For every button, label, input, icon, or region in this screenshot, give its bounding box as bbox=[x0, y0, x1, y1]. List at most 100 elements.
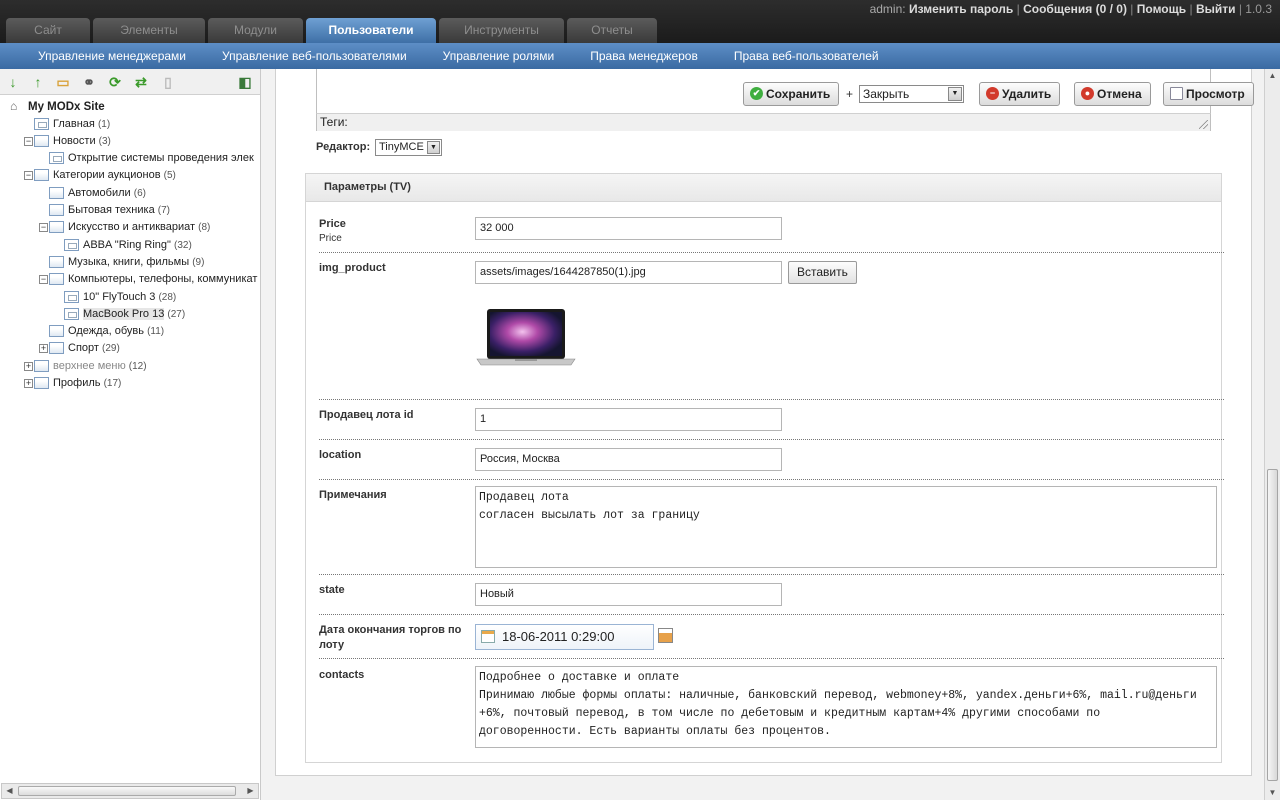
location-input[interactable]: Россия, Москва bbox=[475, 448, 782, 471]
tree-node[interactable]: − Компьютеры, телефоны, коммуникат bbox=[39, 271, 257, 288]
insert-image-button[interactable]: Вставить bbox=[788, 261, 857, 284]
expand-icon[interactable]: + bbox=[24, 361, 33, 371]
collapse-icon[interactable]: − bbox=[39, 222, 48, 232]
seller-id-input[interactable]: 1 bbox=[475, 408, 782, 431]
scroll-thumb[interactable] bbox=[1267, 469, 1278, 781]
logout-link[interactable]: Выйти bbox=[1196, 2, 1236, 16]
price-input[interactable]: 32 000 bbox=[475, 217, 782, 240]
tree-horizontal-scrollbar[interactable]: ◀ ▶ bbox=[1, 783, 259, 799]
folder-icon bbox=[34, 169, 49, 182]
img-product-input[interactable]: assets/images/1644287850(1).jpg bbox=[475, 261, 782, 284]
folder-icon bbox=[49, 187, 64, 200]
tree-node[interactable]: Открытие системы проведения элек bbox=[49, 150, 254, 167]
scroll-down-icon[interactable]: ▼ bbox=[1265, 786, 1280, 800]
cancel-button[interactable]: ● Отмена bbox=[1074, 82, 1151, 106]
scroll-thumb[interactable] bbox=[18, 786, 236, 796]
subnav-web-permissions[interactable]: Права веб-пользователей bbox=[734, 43, 879, 69]
subnav-web-users[interactable]: Управление веб-пользователями bbox=[222, 43, 407, 69]
tree-root[interactable]: ⌂ My MODx Site bbox=[10, 99, 105, 116]
tree-node[interactable]: Главная (1) bbox=[34, 116, 110, 133]
subnav-roles[interactable]: Управление ролями bbox=[443, 43, 555, 69]
img-product-label: img_product bbox=[319, 262, 386, 274]
after-save-select[interactable]: Закрыть ▼ bbox=[859, 85, 964, 103]
tree-node[interactable]: + верхнее меню (12) bbox=[24, 358, 147, 375]
tab-modules[interactable]: Модули bbox=[208, 18, 303, 43]
top-bar: Сайт Элементы Модули Пользователи Инстру… bbox=[0, 0, 1280, 43]
messages-link[interactable]: Сообщения (0 / 0) bbox=[1023, 2, 1127, 16]
check-icon: ✔ bbox=[750, 87, 763, 101]
tree-node[interactable]: Музыка, книги, фильмы (9) bbox=[49, 254, 204, 271]
folder-icon bbox=[49, 325, 64, 338]
subnav-manager-permissions[interactable]: Права менеджеров bbox=[590, 43, 698, 69]
trash-icon[interactable]: ▯ bbox=[159, 73, 177, 91]
tree-node[interactable]: Бытовая техника (7) bbox=[49, 202, 170, 219]
expand-tree-icon[interactable]: ↓ bbox=[4, 73, 22, 91]
location-label: location bbox=[319, 449, 362, 461]
tree-node[interactable]: 10" FlyTouch 3 (28) bbox=[64, 289, 176, 306]
calendar-icon bbox=[481, 630, 495, 643]
state-input[interactable]: Новый bbox=[475, 583, 782, 606]
document-icon bbox=[64, 239, 79, 252]
collapse-tree-icon[interactable]: ↑ bbox=[29, 73, 47, 91]
divider bbox=[319, 614, 1224, 615]
tab-site[interactable]: Сайт bbox=[6, 18, 90, 43]
tab-elements[interactable]: Элементы bbox=[93, 18, 205, 43]
tree-node[interactable]: − Категории аукционов (5) bbox=[24, 167, 176, 184]
tree-node[interactable]: + Спорт (29) bbox=[39, 340, 120, 357]
tree-node[interactable]: − Новости (3) bbox=[24, 133, 111, 150]
divider bbox=[319, 399, 1224, 400]
expand-icon[interactable]: + bbox=[24, 378, 33, 388]
editor-select[interactable]: TinyMCE ▼ bbox=[375, 139, 442, 156]
tree-node[interactable]: Одежда, обувь (11) bbox=[49, 323, 164, 340]
document-panel: Теги: ✔ Сохранить + Закрыть ▼ − Удалить ● О… bbox=[275, 69, 1254, 776]
tab-tools[interactable]: Инструменты bbox=[439, 18, 564, 43]
product-image-laptop bbox=[476, 309, 576, 366]
subnav-managers[interactable]: Управление менеджерами bbox=[38, 43, 186, 69]
state-label: state bbox=[319, 584, 345, 596]
tab-users[interactable]: Пользователи bbox=[306, 18, 436, 43]
delete-button[interactable]: − Удалить bbox=[979, 82, 1061, 106]
cancel-icon: ● bbox=[1081, 87, 1094, 101]
notes-label: Примечания bbox=[319, 489, 387, 501]
folder-icon bbox=[49, 342, 64, 355]
tab-reports[interactable]: Отчеты bbox=[567, 18, 657, 43]
scroll-right-icon[interactable]: ▶ bbox=[243, 784, 258, 798]
notes-textarea[interactable]: Продавец лота согласен высылать лот за г… bbox=[475, 486, 1217, 568]
new-folder-icon[interactable]: ▭ bbox=[54, 73, 72, 91]
collapse-icon[interactable]: − bbox=[24, 136, 33, 146]
tree-node[interactable]: MacBook Pro 13 (27) bbox=[64, 306, 185, 323]
divider bbox=[319, 658, 1224, 659]
editor-label: Редактор: bbox=[316, 141, 371, 153]
divider bbox=[319, 479, 1224, 480]
tree-node[interactable]: ABBA "Ring Ring" (32) bbox=[64, 237, 192, 254]
resize-handle-icon[interactable] bbox=[1199, 120, 1208, 129]
tree-node[interactable]: + Профиль (17) bbox=[24, 375, 121, 392]
tree-node[interactable]: Автомобили (6) bbox=[49, 185, 146, 202]
collapse-icon[interactable]: − bbox=[39, 274, 48, 284]
seller-id-label: Продавец лота id bbox=[319, 409, 414, 421]
collapse-icon[interactable]: − bbox=[24, 170, 33, 180]
document-icon bbox=[64, 291, 79, 304]
tree-node[interactable]: − Искусство и антиквариат (8) bbox=[39, 219, 210, 236]
folder-icon bbox=[49, 256, 64, 269]
save-button[interactable]: ✔ Сохранить bbox=[743, 82, 840, 106]
help-link[interactable]: Помощь bbox=[1137, 2, 1186, 16]
contacts-textarea[interactable]: Подробнее о доставке и оплате Принимаю л… bbox=[475, 666, 1217, 748]
plus-sign: + bbox=[846, 87, 854, 101]
change-password-link[interactable]: Изменить пароль bbox=[909, 2, 1013, 16]
weblink-icon[interactable]: ⚭ bbox=[80, 73, 98, 91]
tags-bar: Теги: bbox=[316, 113, 1211, 131]
scroll-up-icon[interactable]: ▲ bbox=[1265, 69, 1280, 83]
delete-icon: − bbox=[986, 87, 999, 101]
main-content: Теги: ✔ Сохранить + Закрыть ▼ − Удалить ● О… bbox=[262, 69, 1264, 800]
refresh-icon[interactable]: ⟳ bbox=[106, 73, 124, 91]
version-label: 1.0.3 bbox=[1245, 2, 1272, 16]
hide-tree-icon[interactable]: ◧ bbox=[236, 73, 254, 91]
main-vertical-scrollbar[interactable]: ▲ ▼ bbox=[1264, 69, 1280, 800]
preview-button[interactable]: Просмотр bbox=[1163, 82, 1254, 106]
expand-icon[interactable]: + bbox=[39, 343, 48, 353]
sort-icon[interactable]: ⇄ bbox=[132, 73, 150, 91]
scroll-left-icon[interactable]: ◀ bbox=[2, 784, 17, 798]
end-date-input[interactable]: 18-06-2011 0:29:00 bbox=[475, 624, 654, 650]
calendar-picker-icon[interactable] bbox=[658, 628, 673, 643]
